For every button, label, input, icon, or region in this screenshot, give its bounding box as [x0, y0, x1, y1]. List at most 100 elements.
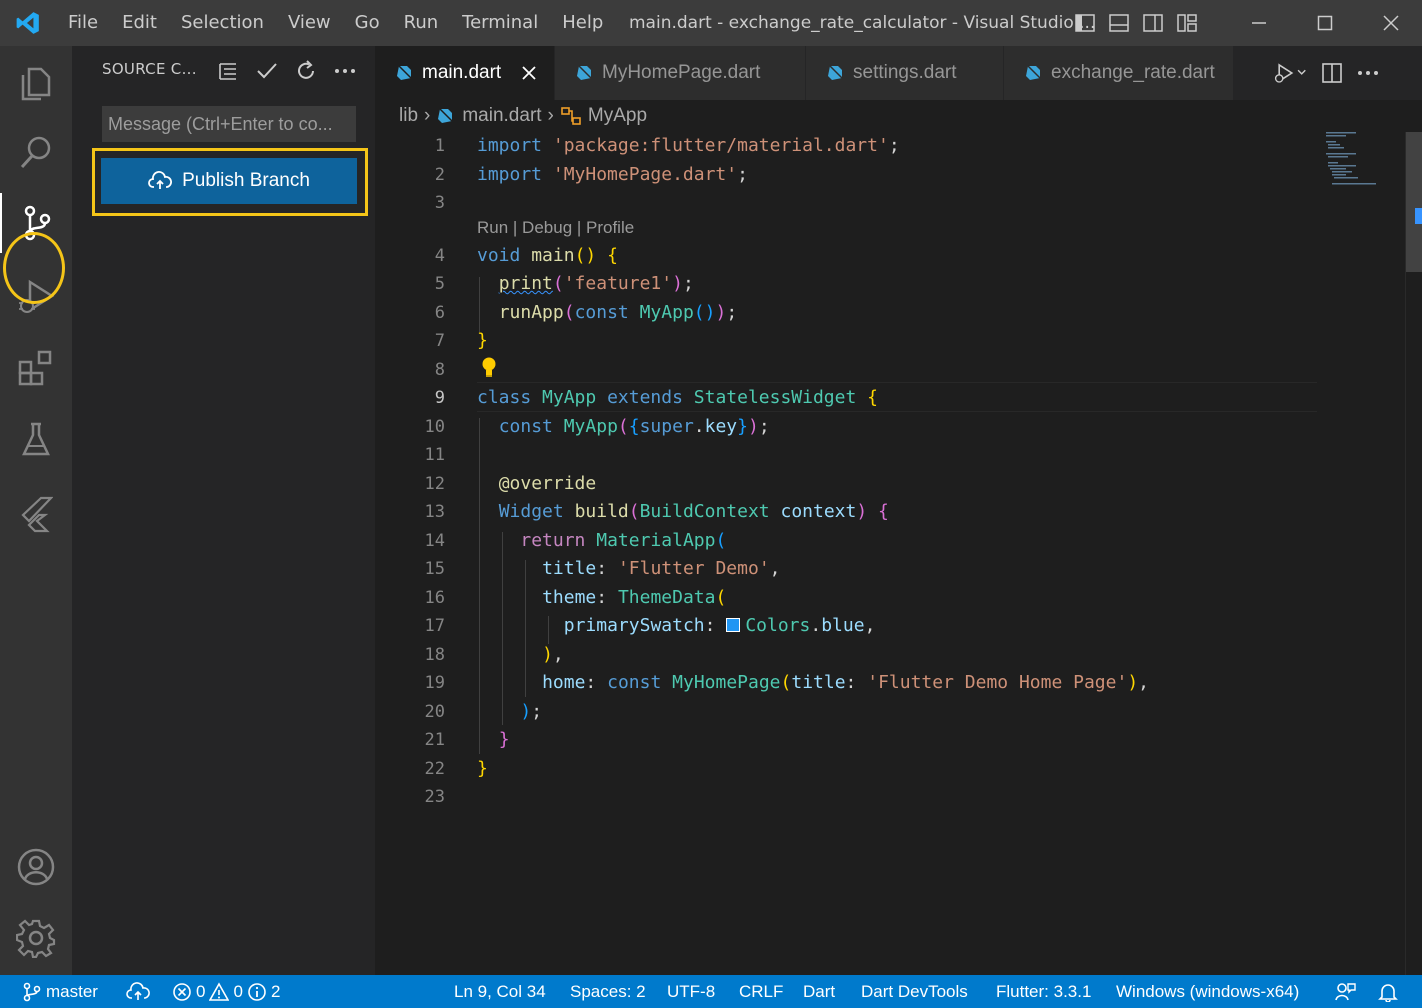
line-number: 11 — [424, 445, 445, 465]
menu-edit[interactable]: Edit — [110, 0, 169, 46]
run-debug-icon[interactable] — [0, 266, 72, 326]
testing-icon[interactable] — [0, 410, 72, 470]
dart-file-icon — [577, 65, 592, 80]
source-control-icon[interactable] — [0, 193, 72, 253]
menu-help[interactable]: Help — [550, 0, 615, 46]
publish-branch-label: Publish Branch — [182, 170, 310, 191]
split-editor-icon[interactable] — [1314, 55, 1350, 91]
cloud-upload-icon — [148, 171, 173, 189]
sidebar-actions — [208, 54, 364, 88]
accounts-icon[interactable] — [0, 837, 72, 897]
minimap[interactable] — [1320, 132, 1410, 192]
breadcrumb-file[interactable]: main.dart — [462, 105, 541, 127]
menu-terminal[interactable]: Terminal — [450, 0, 550, 46]
code-editor[interactable]: 1 2 3 4 5 6 7 8 9 10 11 12 13 14 15 16 17 18 19 20 21 22 23 Ru… — [375, 132, 1422, 975]
menu-bar: File Edit Selection View Go Run Terminal… — [56, 0, 615, 46]
dart-file-icon — [397, 65, 412, 80]
breadcrumb-symbol[interactable]: MyApp — [588, 105, 647, 127]
dart-file-icon — [438, 108, 453, 123]
customize-layout-icon[interactable] — [1170, 8, 1204, 38]
code-line: } — [477, 758, 488, 779]
line-number: 2 — [434, 165, 445, 185]
flutter-version[interactable]: Flutter: 3.3.1 — [996, 975, 1091, 1008]
breadcrumb-folder[interactable]: lib — [399, 105, 418, 127]
refresh-icon[interactable] — [286, 54, 325, 88]
chevron-right-icon: › — [547, 105, 554, 126]
layout-controls — [1068, 8, 1204, 38]
toggle-panel-icon[interactable] — [1102, 8, 1136, 38]
toggle-secondary-sidebar-icon[interactable] — [1136, 8, 1170, 38]
info-count: 2 — [270, 982, 281, 1001]
settings-gear-icon[interactable] — [0, 908, 72, 968]
line-number: 6 — [434, 303, 445, 323]
lightbulb-icon[interactable] — [481, 356, 497, 382]
menu-selection[interactable]: Selection — [169, 0, 276, 46]
menu-run[interactable]: Run — [392, 0, 451, 46]
publish-status-icon[interactable] — [126, 975, 150, 1008]
menu-file[interactable]: File — [56, 0, 110, 46]
editor-actions — [1272, 46, 1386, 100]
toggle-primary-sidebar-icon[interactable] — [1068, 8, 1102, 38]
line-ending[interactable]: CRLF — [739, 975, 783, 1008]
branch-indicator[interactable]: master — [22, 975, 98, 1008]
line-number: 20 — [424, 702, 445, 722]
scrollbar-cursor-marker — [1415, 208, 1422, 224]
publish-branch-button[interactable]: Publish Branch — [101, 158, 357, 204]
status-bar: master 0 0 2 Ln 9, Col 34 Spaces: 2 UTF-… — [0, 975, 1422, 1008]
line-number: 21 — [424, 730, 445, 750]
menu-go[interactable]: Go — [343, 0, 392, 46]
color-swatch-icon[interactable] — [726, 618, 741, 632]
search-icon[interactable] — [0, 122, 72, 182]
minimize-icon[interactable] — [1226, 0, 1292, 46]
problems-indicator[interactable]: 0 0 2 — [172, 975, 280, 1008]
warning-count: 0 — [233, 982, 243, 1001]
cursor-position[interactable]: Ln 9, Col 34 — [454, 975, 546, 1008]
explorer-icon[interactable] — [0, 52, 72, 112]
commit-message-input[interactable] — [102, 106, 356, 142]
code-line: primarySwatch: Colors.blue, — [563, 615, 876, 636]
dart-file-icon — [1026, 65, 1041, 80]
close-tab-icon[interactable] — [519, 63, 539, 83]
line-number: 5 — [434, 274, 445, 294]
maximize-icon[interactable] — [1292, 0, 1358, 46]
tab-myhomepage-dart[interactable]: MyHomePage.dart — [555, 46, 806, 100]
notifications-bell-icon[interactable] — [1378, 975, 1398, 1008]
codelens-run-debug-profile[interactable]: Run | Debug | Profile — [477, 218, 634, 238]
dart-devtools[interactable]: Dart DevTools — [861, 975, 968, 1008]
flutter-icon[interactable] — [0, 484, 72, 544]
sidebar-title: SOURCE C... — [102, 60, 197, 78]
code-line: runApp(const MyApp()); — [498, 302, 738, 323]
code-line: } — [498, 729, 510, 750]
line-number: 9 — [434, 388, 445, 408]
language-mode[interactable]: Dart — [803, 975, 835, 1008]
indentation[interactable]: Spaces: 2 — [570, 975, 646, 1008]
line-number: 22 — [424, 759, 445, 779]
tab-label: exchange_rate.dart — [1051, 62, 1215, 83]
tab-exchange-rate-dart[interactable]: exchange_rate.dart — [1004, 46, 1234, 100]
code-line: Widget build(BuildContext context) { — [498, 501, 889, 522]
line-number: 7 — [434, 331, 445, 351]
commit-check-icon[interactable] — [247, 54, 286, 88]
encoding[interactable]: UTF-8 — [667, 975, 715, 1008]
tab-main-dart[interactable]: main.dart — [375, 46, 555, 100]
run-debug-dropdown-icon[interactable] — [1272, 55, 1308, 91]
tab-settings-dart[interactable]: settings.dart — [806, 46, 1004, 100]
target-device[interactable]: Windows (windows-x64) — [1116, 975, 1299, 1008]
source-control-sidebar: SOURCE C... Publish Branch — [72, 46, 375, 975]
view-as-tree-icon[interactable] — [208, 54, 247, 88]
code-line: @override — [498, 473, 597, 494]
code-line: ); — [520, 701, 543, 722]
line-number: 17 — [424, 616, 445, 636]
code-line: import 'package:flutter/material.dart'; — [477, 135, 900, 156]
editor-more-actions-icon[interactable] — [1350, 55, 1386, 91]
feedback-icon[interactable] — [1334, 975, 1356, 1008]
close-window-icon[interactable] — [1358, 0, 1422, 46]
tab-label: settings.dart — [853, 62, 957, 83]
window-title: main.dart - exchange_rate_calculator - V… — [629, 13, 1096, 33]
extensions-icon[interactable] — [0, 338, 72, 398]
line-number: 14 — [424, 531, 445, 551]
menu-view[interactable]: View — [276, 0, 343, 46]
code-line: class MyApp extends StatelessWidget { — [477, 387, 879, 408]
more-actions-icon[interactable] — [325, 54, 364, 88]
scrollbar-thumb[interactable] — [1406, 132, 1422, 272]
